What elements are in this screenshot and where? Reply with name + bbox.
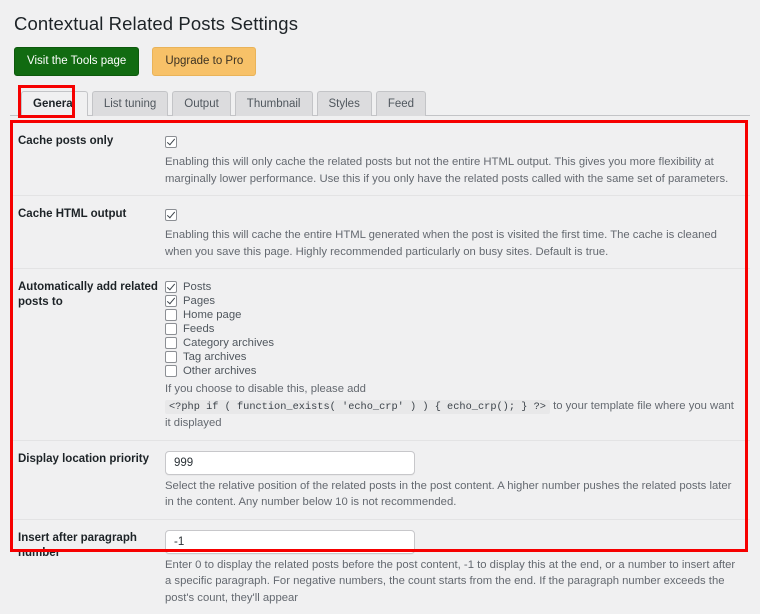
tab-feed[interactable]: Feed xyxy=(376,91,426,116)
auto-add-item-pages[interactable]: Pages xyxy=(165,294,736,308)
settings-tabs: General List tuning Output Thumbnail Sty… xyxy=(0,90,760,116)
tab-output[interactable]: Output xyxy=(172,91,231,116)
cache-posts-only-checkbox[interactable] xyxy=(165,136,177,148)
setting-label-cache-posts-only: Cache posts only xyxy=(10,133,165,149)
auto-add-checkbox-feeds[interactable] xyxy=(165,323,177,335)
auto-add-checkbox-posts[interactable] xyxy=(165,281,177,293)
auto-add-checkbox-home-page[interactable] xyxy=(165,309,177,321)
setting-label-insert-after-paragraph: Insert after paragraph number xyxy=(10,530,165,561)
setting-row-insert-after-paragraph: Insert after paragraph number Enter 0 to… xyxy=(10,519,750,614)
auto-add-checkbox-category-archives[interactable] xyxy=(165,337,177,349)
auto-add-label-home-page: Home page xyxy=(183,308,241,322)
auto-add-code-snippet: <?php if ( function_exists( 'echo_crp' )… xyxy=(165,400,550,414)
upgrade-to-pro-button[interactable]: Upgrade to Pro xyxy=(152,47,256,76)
setting-label-cache-html-output: Cache HTML output xyxy=(10,206,165,222)
auto-add-item-home-page[interactable]: Home page xyxy=(165,308,736,322)
auto-add-checkbox-other-archives[interactable] xyxy=(165,365,177,377)
setting-row-display-priority: Display location priority Select the rel… xyxy=(10,440,750,519)
auto-add-checkbox-tag-archives[interactable] xyxy=(165,351,177,363)
settings-panel: Cache posts only Enabling this will only… xyxy=(10,122,750,614)
auto-add-label-other-archives: Other archives xyxy=(183,364,256,378)
tab-list-tuning[interactable]: List tuning xyxy=(92,91,168,116)
auto-add-item-other-archives[interactable]: Other archives xyxy=(165,364,736,378)
auto-add-label-pages: Pages xyxy=(183,294,215,308)
auto-add-item-category-archives[interactable]: Category archives xyxy=(165,336,736,350)
auto-add-label-feeds: Feeds xyxy=(183,322,214,336)
tab-styles[interactable]: Styles xyxy=(317,91,372,116)
auto-add-label-category-archives: Category archives xyxy=(183,336,274,350)
auto-add-item-posts[interactable]: Posts xyxy=(165,280,736,294)
cache-posts-only-description: Enabling this will only cache the relate… xyxy=(165,154,736,187)
cache-html-output-description: Enabling this will cache the entire HTML… xyxy=(165,227,736,260)
setting-label-display-priority: Display location priority xyxy=(10,451,165,467)
display-priority-input[interactable] xyxy=(165,451,415,475)
auto-add-description-before: If you choose to disable this, please ad… xyxy=(165,383,366,395)
auto-add-checkbox-pages[interactable] xyxy=(165,295,177,307)
insert-after-paragraph-input[interactable] xyxy=(165,530,415,554)
display-priority-description: Select the relative position of the rela… xyxy=(165,478,736,511)
setting-row-cache-posts-only: Cache posts only Enabling this will only… xyxy=(10,122,750,195)
insert-after-paragraph-description: Enter 0 to display the related posts bef… xyxy=(165,557,736,607)
page-title: Contextual Related Posts Settings xyxy=(0,0,760,38)
auto-add-label-posts: Posts xyxy=(183,280,211,294)
cache-html-output-checkbox[interactable] xyxy=(165,209,177,221)
auto-add-item-tag-archives[interactable]: Tag archives xyxy=(165,350,736,364)
tab-thumbnail[interactable]: Thumbnail xyxy=(235,91,313,116)
setting-row-cache-html-output: Cache HTML output Enabling this will cac… xyxy=(10,195,750,268)
setting-label-auto-add: Automatically add related posts to xyxy=(10,279,165,310)
tab-general[interactable]: General xyxy=(21,91,88,116)
setting-row-auto-add: Automatically add related posts to Posts… xyxy=(10,268,750,440)
auto-add-item-feeds[interactable]: Feeds xyxy=(165,322,736,336)
auto-add-checkbox-list: Posts Pages Home page Feeds Category arc… xyxy=(165,280,736,378)
auto-add-description: If you choose to disable this, please ad… xyxy=(165,381,736,432)
header-button-row: Visit the Tools page Upgrade to Pro xyxy=(0,38,760,76)
visit-tools-page-button[interactable]: Visit the Tools page xyxy=(14,47,139,76)
auto-add-label-tag-archives: Tag archives xyxy=(183,350,246,364)
